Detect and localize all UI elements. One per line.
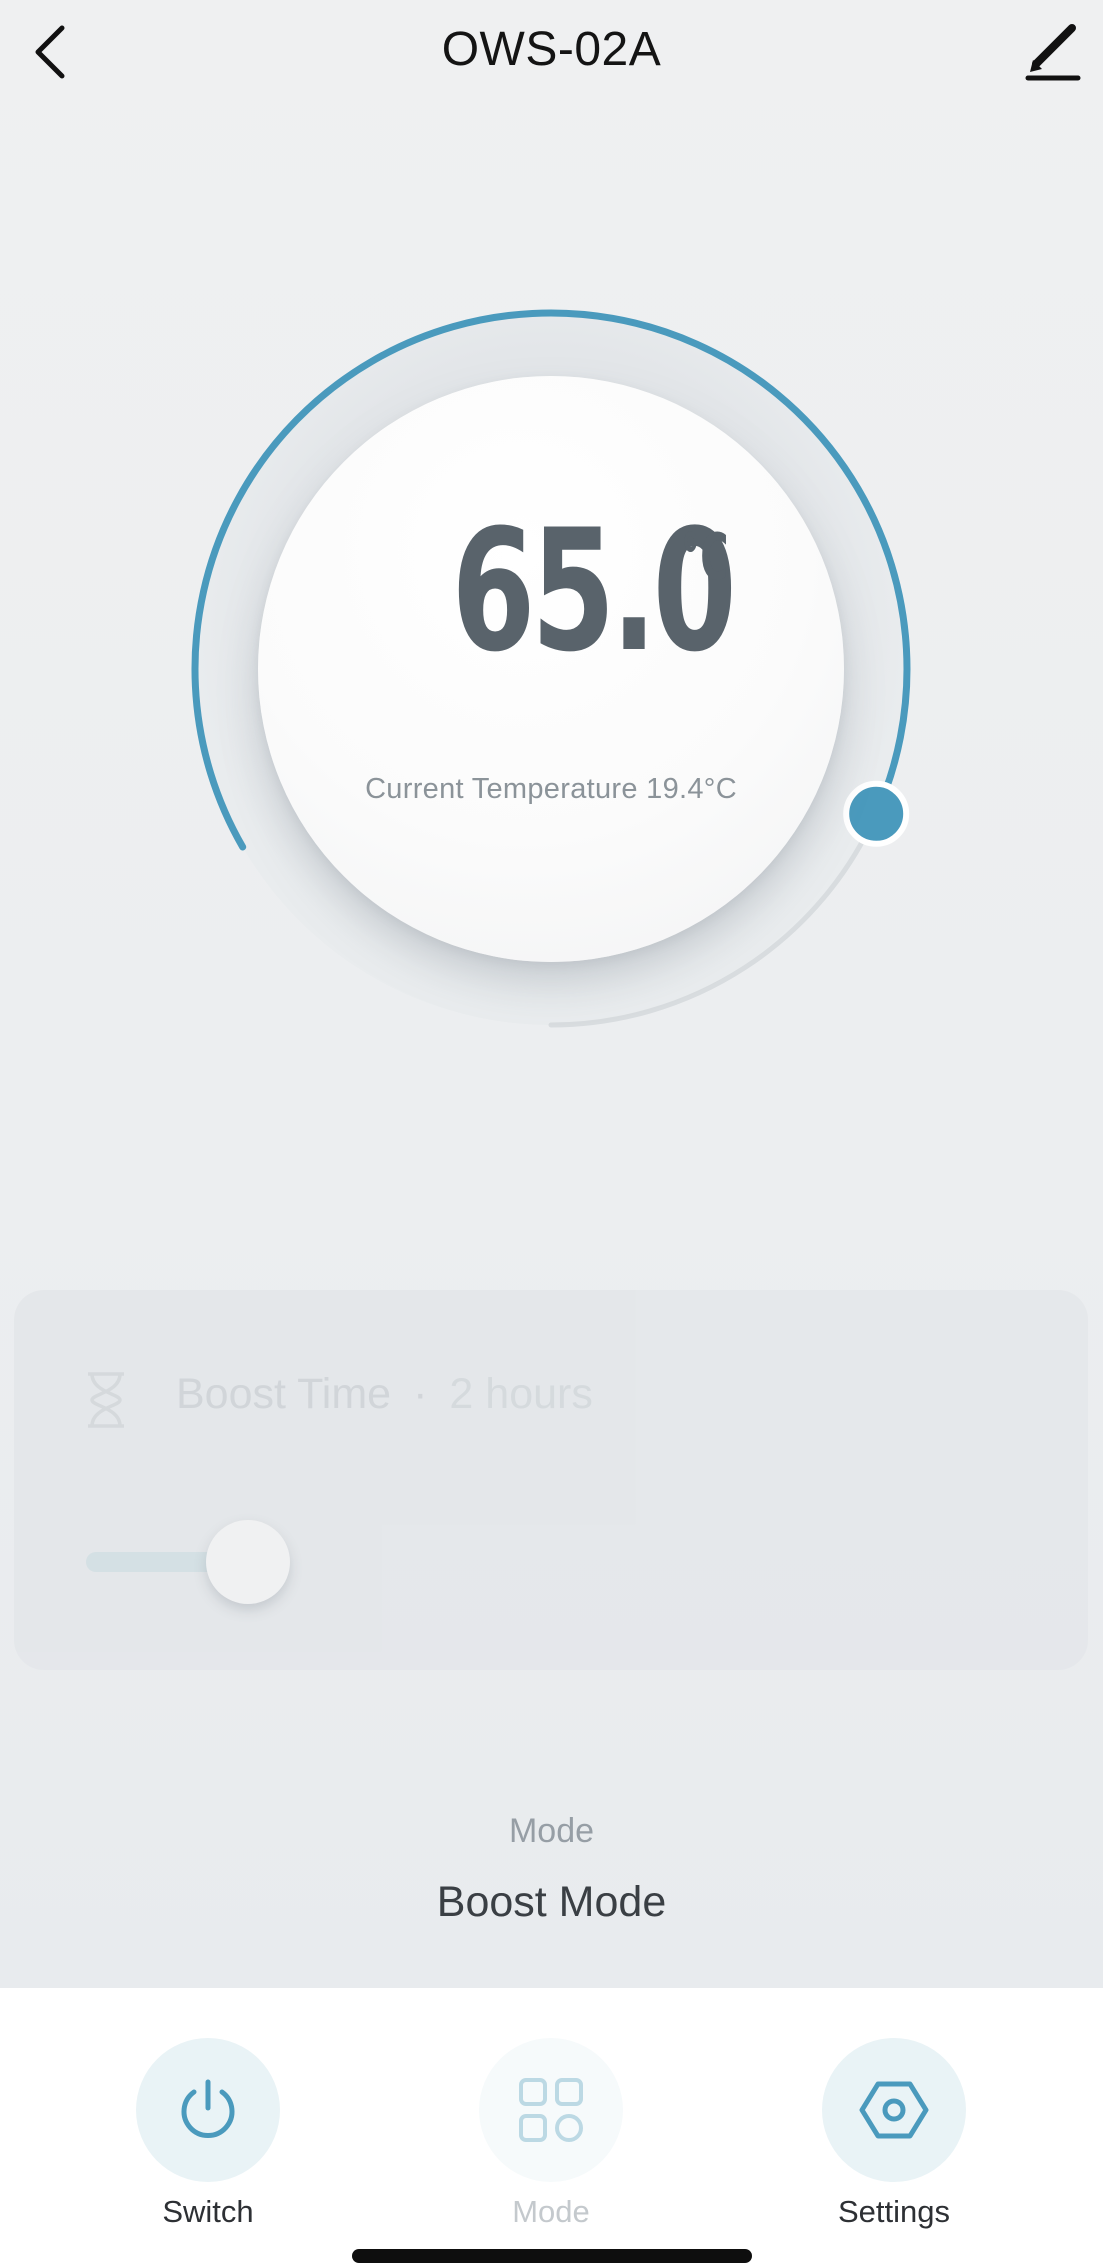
settings-button[interactable] [822, 2038, 966, 2182]
hourglass-icon [88, 1372, 124, 1428]
home-indicator [352, 2249, 752, 2263]
boost-time-card: Boost Time · 2 hours [14, 1290, 1088, 1670]
boost-time-text: Boost Time · 2 hours [176, 1370, 593, 1419]
boost-time-slider-thumb[interactable] [206, 1520, 290, 1604]
temperature-display: 65.0 °C Current Temperature 19.4°C [258, 376, 844, 962]
boost-time-value: 2 hours [449, 1370, 593, 1418]
tab-switch-label: Switch [162, 2194, 254, 2229]
hexagon-gear-icon [859, 2081, 929, 2139]
switch-button[interactable] [136, 2038, 280, 2182]
current-temperature-label: Current Temperature 19.4°C [365, 773, 737, 805]
bottom-tab-bar: Switch Mode Settings [0, 1988, 1103, 2266]
tab-mode-label: Mode [512, 2194, 590, 2229]
tab-mode[interactable]: Mode [431, 2038, 671, 2238]
dial-handle[interactable] [843, 780, 910, 847]
mode-value: Boost Mode [436, 1878, 667, 1926]
temperature-unit: °C [680, 521, 729, 595]
mode-caption: Mode [508, 1812, 595, 1850]
temperature-dial[interactable]: 65.0 °C Current Temperature 19.4°C [150, 268, 953, 1071]
page-title: OWS-02A [441, 23, 662, 76]
set-temperature: 65.0 °C [258, 507, 844, 675]
tab-switch[interactable]: Switch [88, 2038, 328, 2238]
boost-separator: · [413, 1370, 428, 1418]
tab-settings[interactable]: Settings [774, 2038, 1014, 2238]
pencil-icon [1025, 24, 1081, 81]
mode-button[interactable] [479, 2038, 623, 2182]
header: OWS-02A [0, 0, 1103, 104]
power-icon [181, 2079, 235, 2138]
tab-settings-label: Settings [837, 2194, 950, 2229]
boost-time-label: Boost Time [176, 1370, 392, 1418]
edit-button[interactable] [1020, 20, 1084, 84]
grid-icon [519, 2078, 583, 2142]
